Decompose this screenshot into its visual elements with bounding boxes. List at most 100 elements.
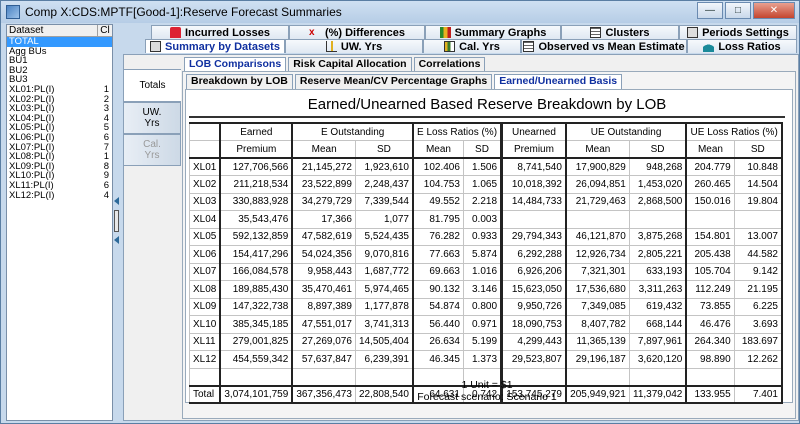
side-tab-cal-yrs: Cal. Yrs bbox=[123, 134, 181, 166]
tab-breakdown-by-lob[interactable]: Breakdown by LOB bbox=[186, 74, 293, 89]
tab-mean-cv-graphs[interactable]: Reserve Mean/CV Percentage Graphs bbox=[294, 74, 493, 89]
col-earned: Earned bbox=[219, 122, 293, 141]
table-row: 6,292,288 12,926,734 2,805,221 205.438 44.58… bbox=[501, 245, 783, 264]
collapse-arrow-icon[interactable] bbox=[114, 197, 119, 205]
report-footer: 1 Unit = $1 Forecast scenario: Scenario … bbox=[189, 379, 785, 403]
table-cell: 1,923,610 bbox=[354, 157, 414, 176]
dataset-cluster bbox=[98, 66, 112, 76]
table-cell: 35,470,461 bbox=[291, 280, 356, 299]
table-cell: XL01 bbox=[189, 157, 221, 176]
tab-risk-capital[interactable]: Risk Capital Allocation bbox=[288, 57, 412, 71]
table-cell: 0.003 bbox=[462, 210, 503, 229]
tab-label: UW. Yrs bbox=[340, 40, 383, 53]
tab-label: (%) Differences bbox=[324, 26, 406, 39]
table-cell: 2,248,437 bbox=[354, 175, 414, 194]
table-cell: 0.933 bbox=[462, 227, 503, 246]
scenario-note: Forecast scenario: Scenario 1 bbox=[417, 391, 557, 403]
tab-earned-unearned[interactable]: Earned/Unearned Basis bbox=[494, 74, 623, 89]
side-tab-totals[interactable]: Totals bbox=[123, 69, 181, 102]
table-cell: 204.779 bbox=[685, 157, 735, 176]
table-row: XL02 211,218,534 23,522,899 2,248,437 104.75… bbox=[189, 175, 503, 194]
table-cell: 29,523,807 bbox=[501, 350, 567, 369]
table-cell: XL03 bbox=[189, 192, 221, 211]
tab-incurred-losses[interactable]: Incurred Losses bbox=[151, 25, 289, 39]
table-cell: 211,218,534 bbox=[219, 175, 293, 194]
unit-note: 1 Unit = $1 bbox=[461, 379, 513, 391]
table-cell: 668,144 bbox=[628, 315, 687, 334]
col-sd: SD bbox=[354, 140, 414, 159]
table-row: 18,090,753 8,407,782 668,144 46.476 3.693 bbox=[501, 315, 783, 334]
earned-table: Earned E Outstanding E Loss Ratios (%) P… bbox=[189, 122, 503, 404]
app-icon bbox=[6, 5, 20, 19]
tab-uw-yrs[interactable]: UW. Yrs bbox=[285, 39, 423, 53]
side-tab-uw-yrs[interactable]: UW. Yrs bbox=[123, 102, 181, 134]
table-cell: 7,349,085 bbox=[564, 297, 630, 316]
table-cell: 948,268 bbox=[628, 157, 687, 176]
table-cell: 1,177,878 bbox=[354, 297, 414, 316]
tab-lob-comparisons[interactable]: LOB Comparisons bbox=[184, 57, 287, 71]
tab-cal-yrs[interactable]: Cal. Yrs bbox=[423, 39, 521, 53]
close-button[interactable]: ✕ bbox=[753, 2, 795, 19]
table-cell: 27,269,076 bbox=[291, 332, 356, 351]
bar-chart-icon bbox=[439, 27, 451, 38]
table-cell: 46.476 bbox=[685, 315, 735, 334]
table-cell: 8,407,782 bbox=[564, 315, 630, 334]
main-window: Comp X:CDS:MPTF[Good-1]:Reserve Forecast… bbox=[0, 0, 800, 424]
tab-loss-ratios[interactable]: Loss Ratios bbox=[687, 39, 797, 53]
dataset-column-header[interactable]: Dataset bbox=[7, 25, 98, 36]
table-cell: 54.874 bbox=[411, 297, 464, 316]
table-cell: 166,084,578 bbox=[219, 262, 293, 281]
table-cell: 5.874 bbox=[462, 245, 503, 264]
tab-differences[interactable]: x (%) Differences bbox=[289, 25, 425, 39]
calendar-icon bbox=[444, 41, 456, 52]
dataset-cluster: 4 bbox=[103, 189, 109, 201]
panel-splitter[interactable] bbox=[113, 24, 121, 421]
table-cell: 9,070,816 bbox=[354, 245, 414, 264]
table-cell: 49.552 bbox=[411, 192, 464, 211]
tab-clusters[interactable]: Clusters bbox=[561, 25, 679, 39]
table-row: XL08 189,885,430 35,470,461 5,974,465 90.132… bbox=[189, 280, 503, 299]
tab-summary-by-datasets[interactable]: Summary by Datasets bbox=[145, 39, 285, 53]
table-cell: 14,484,733 bbox=[501, 192, 567, 211]
table-cell: 10.848 bbox=[733, 157, 783, 176]
col-unearned: Unearned bbox=[501, 122, 567, 141]
col-ue-outstanding: UE Outstanding bbox=[564, 122, 687, 141]
table-cell: XL09 bbox=[189, 297, 221, 316]
table-cell: 11,365,139 bbox=[564, 332, 630, 351]
table-cell: 104.753 bbox=[411, 175, 464, 194]
splitter-grip[interactable] bbox=[114, 210, 119, 232]
table-row: XL03 330,883,928 34,279,729 7,339,544 49.552… bbox=[189, 192, 503, 211]
dataset-item[interactable]: XL12:PL(I) 4 bbox=[7, 189, 112, 201]
table-cell: XL07 bbox=[189, 262, 221, 281]
tab-observed-vs-mean[interactable]: Observed vs Mean Estimate bbox=[521, 39, 687, 53]
maximize-button[interactable]: □ bbox=[725, 2, 751, 19]
tab-label: Summary Graphs bbox=[454, 26, 547, 39]
table-cell: 1,687,772 bbox=[354, 262, 414, 281]
gauge-icon bbox=[703, 41, 715, 52]
tab-label: Summary by Datasets bbox=[165, 40, 280, 53]
table-row: XL06 154,417,296 54,024,356 9,070,816 77.663… bbox=[189, 245, 503, 264]
table-cell: 69.663 bbox=[411, 262, 464, 281]
table-cell: XL10 bbox=[189, 315, 221, 334]
minimize-button[interactable]: — bbox=[697, 2, 723, 19]
table-cell: 2.218 bbox=[462, 192, 503, 211]
table-row: 4,299,443 11,365,139 7,897,961 264.340 183.6… bbox=[501, 332, 783, 351]
table-row: 14,484,733 21,729,463 2,868,500 150.016 19.8… bbox=[501, 192, 783, 211]
table-cell: 183.697 bbox=[733, 332, 783, 351]
table-cell: 330,883,928 bbox=[219, 192, 293, 211]
tab-summary-graphs[interactable]: Summary Graphs bbox=[425, 25, 561, 39]
table-cell: 47,551,017 bbox=[291, 315, 356, 334]
table-cell: 17,366 bbox=[291, 210, 356, 229]
col-mean: Mean bbox=[685, 140, 735, 159]
table-row: XL09 147,322,738 8,897,389 1,177,878 54.874 0… bbox=[189, 297, 503, 316]
table-cell: 1.506 bbox=[462, 157, 503, 176]
cluster-column-header[interactable]: Cl bbox=[98, 25, 112, 36]
tab-correlations[interactable]: Correlations bbox=[413, 57, 486, 71]
table-row: 15,623,050 17,536,680 3,311,263 112.249 21.1… bbox=[501, 280, 783, 299]
table-cell: 279,001,825 bbox=[219, 332, 293, 351]
table-cell: 21,729,463 bbox=[564, 192, 630, 211]
tab-periods-settings[interactable]: Periods Settings bbox=[679, 25, 797, 39]
chart-icon bbox=[325, 41, 337, 52]
table-cell: 7,321,301 bbox=[564, 262, 630, 281]
collapse-arrow-icon[interactable] bbox=[114, 236, 119, 244]
